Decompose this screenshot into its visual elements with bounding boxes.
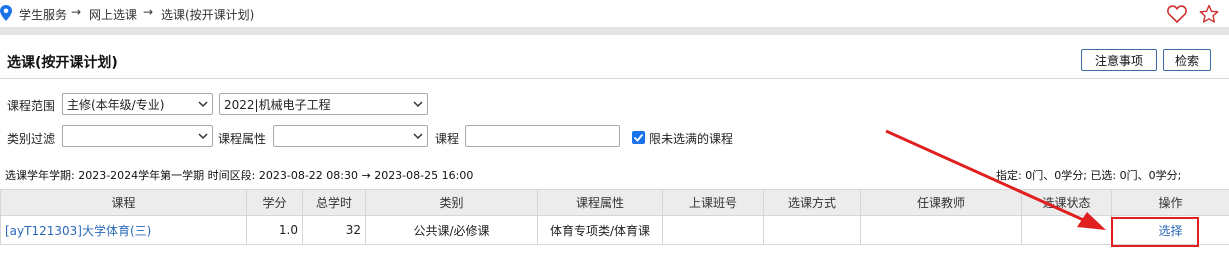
- selection-summary: 指定: 0门、0学分; 已选: 0门、0学分;: [996, 169, 1182, 182]
- header-attribute: 课程属性: [537, 189, 663, 216]
- section-divider: [0, 78, 1229, 79]
- class-no-cell: [662, 215, 764, 245]
- limit-checkbox[interactable]: [632, 131, 645, 144]
- breadcrumb-item-current: 选课(按开课计划): [161, 8, 255, 22]
- top-bar: 学生服务 → 网上选课 → 选课(按开课计划): [0, 0, 1229, 27]
- attribute-cell: 体育专项类/体育课: [537, 215, 663, 245]
- chevron-down-icon: [413, 133, 423, 140]
- chevron-down-icon: [198, 101, 208, 108]
- breadcrumb-separator: →: [71, 5, 82, 19]
- category-cell: 公共课/必修课: [365, 215, 538, 245]
- star-icon[interactable]: [1199, 4, 1219, 24]
- page-title: 选课(按开课计划): [7, 55, 118, 71]
- course-label: 课程: [435, 132, 460, 146]
- header-method: 选课方式: [763, 189, 861, 216]
- scope-select-value: 主修(本年级/专业): [67, 97, 165, 112]
- chevron-down-icon: [198, 133, 208, 140]
- chevron-down-icon: [413, 101, 423, 108]
- teacher-cell: [860, 215, 1022, 245]
- heart-icon[interactable]: [1167, 5, 1187, 23]
- table-row: [ayT121303]大学体育(三) 1.0 32 公共课/必修课 体育专项类/…: [0, 215, 1229, 245]
- credit-cell: 1.0: [246, 215, 303, 245]
- term-info: 选课学年学期: 2023-2024学年第一学期 时间区段: 2023-08-22…: [5, 169, 474, 182]
- header-credit: 学分: [246, 189, 303, 216]
- header-action: 操作: [1111, 189, 1229, 216]
- breadcrumb-item-online-course[interactable]: 网上选课: [89, 6, 137, 23]
- hours-cell: 32: [302, 215, 366, 245]
- search-button[interactable]: 检索: [1163, 49, 1211, 71]
- header-course: 课程: [0, 189, 247, 216]
- notice-button[interactable]: 注意事项: [1081, 49, 1157, 71]
- major-select-value: 2022|机械电子工程: [224, 97, 331, 112]
- header-class-no: 上课班号: [662, 189, 764, 216]
- major-select[interactable]: 2022|机械电子工程: [219, 93, 428, 115]
- course-input[interactable]: [465, 125, 620, 147]
- limit-checkbox-label: 限未选满的课程: [649, 132, 734, 146]
- header-category: 类别: [365, 189, 538, 216]
- annotation-highlight-box: [1111, 217, 1199, 247]
- header-teacher: 任课教师: [860, 189, 1022, 216]
- category-label: 类别过滤: [7, 132, 56, 146]
- course-link[interactable]: [ayT121303]大学体育(三): [0, 215, 247, 245]
- method-cell: [763, 215, 861, 245]
- scope-label: 课程范围: [7, 99, 56, 113]
- attribute-select[interactable]: [273, 125, 428, 147]
- breadcrumb-item-student-services[interactable]: 学生服务: [19, 6, 67, 23]
- category-select[interactable]: [62, 125, 213, 147]
- header-divider: [0, 27, 1229, 35]
- table-header-row: 课程 学分 总学时 类别 课程属性 上课班号 选课方式 任课教师 选课状态 操作: [0, 189, 1229, 216]
- attribute-label: 课程属性: [218, 132, 267, 146]
- checkmark-icon: [633, 133, 644, 142]
- course-table: 课程 学分 总学时 类别 课程属性 上课班号 选课方式 任课教师 选课状态 操作…: [0, 189, 1229, 245]
- header-status: 选课状态: [1021, 189, 1112, 216]
- status-cell: [1021, 215, 1112, 245]
- location-pin-icon: [0, 5, 12, 21]
- header-hours: 总学时: [302, 189, 366, 216]
- breadcrumb-separator: →: [143, 5, 154, 19]
- scope-select[interactable]: 主修(本年级/专业): [62, 93, 213, 115]
